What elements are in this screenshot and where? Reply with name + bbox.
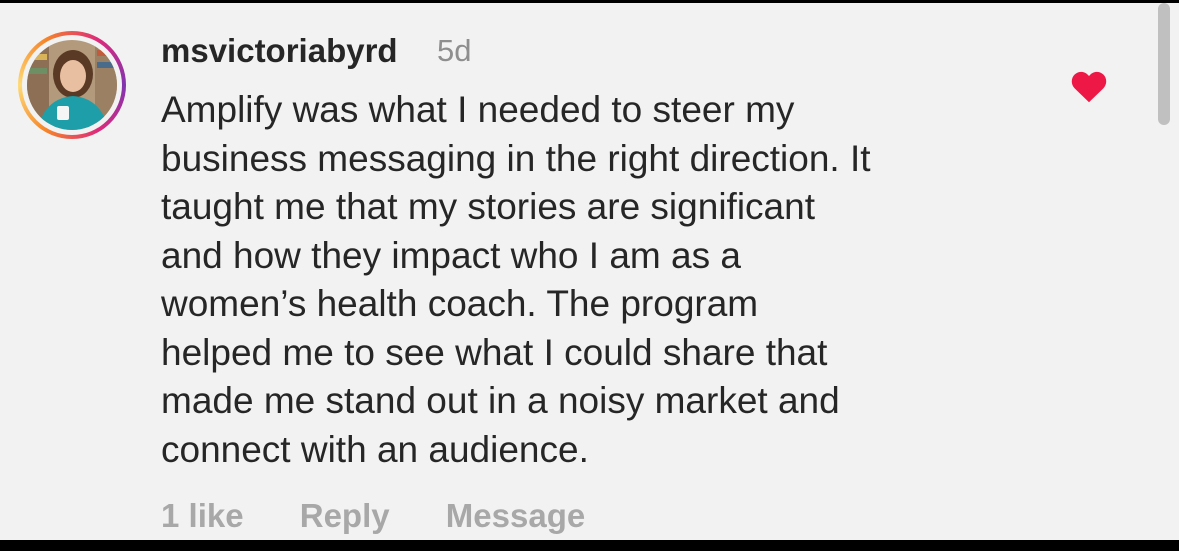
comment-actions: 1 like Reply Message [161,496,632,536]
comment-card: msvictoriabyrd 5d Amplify was what I nee… [0,3,1179,540]
timestamp: 5d [437,33,472,68]
like-count-button[interactable]: 1 like [161,496,244,536]
message-button[interactable]: Message [446,496,585,536]
avatar[interactable] [27,40,117,130]
comment-line: business messaging in the right directio… [161,137,871,179]
comment-line: helped me to see what I could share that [161,331,828,373]
comment-line: and how they impact who I am as a [161,234,741,276]
comment-text: Amplify was what I needed to steer my bu… [161,86,1041,474]
avatar-story-ring[interactable] [18,31,126,139]
comment-line: women’s health coach. The program [161,283,759,324]
comment-line: Amplify was what I needed to steer my [161,89,795,130]
comment-line: made me stand out in a noisy market and [161,380,840,421]
comment-line: taught me that my stories are significan… [161,186,815,227]
comment-line: connect with an audience. [161,428,589,470]
scrollbar-thumb[interactable] [1158,3,1170,125]
username[interactable]: msvictoriabyrd [161,31,398,71]
avatar-photo [27,40,117,130]
avatar-gap [22,35,122,135]
reply-button[interactable]: Reply [300,496,390,536]
heart-icon[interactable] [1070,69,1108,103]
